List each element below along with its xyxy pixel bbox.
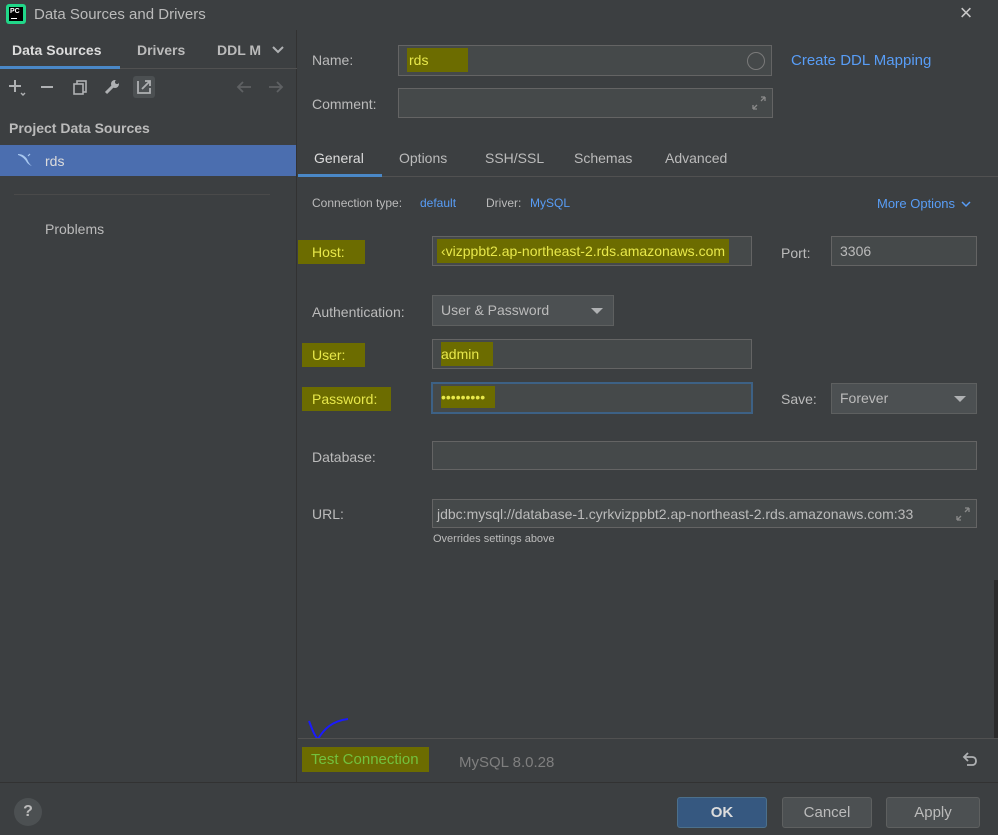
mysql-dolphin-icon: [18, 153, 32, 166]
section-title-project-data-sources: Project Data Sources: [9, 120, 150, 136]
save-label: Save:: [781, 391, 817, 407]
save-select[interactable]: Forever: [831, 383, 977, 414]
tab-schemas[interactable]: Schemas: [574, 150, 632, 166]
tab-ddl-mappings[interactable]: DDL M: [217, 42, 261, 58]
right-panel: Name: rds Create DDL Mapping Comment: Ge…: [298, 30, 998, 782]
database-input[interactable]: [432, 441, 977, 470]
active-tab-indicator: [0, 66, 120, 69]
host-label: Host:: [298, 240, 365, 264]
bottom-strip: Test Connection MySQL 8.0.28: [298, 738, 998, 782]
tab-drivers[interactable]: Drivers: [137, 42, 185, 58]
ok-button[interactable]: OK: [677, 797, 767, 828]
color-circle-icon[interactable]: [747, 52, 765, 70]
port-label: Port:: [781, 245, 811, 261]
data-source-label: rds: [45, 153, 65, 169]
tab-options[interactable]: Options: [399, 150, 447, 166]
name-label: Name:: [312, 52, 354, 68]
tab-ssh-ssl[interactable]: SSH/SSL: [485, 150, 544, 166]
host-input[interactable]: ‹vizppbt2.ap-northeast-2.rds.amazonaws.c…: [432, 236, 752, 266]
tabs-divider: [298, 176, 998, 177]
url-hint: Overrides settings above: [433, 533, 555, 545]
remove-icon[interactable]: [36, 76, 58, 98]
url-value: jdbc:mysql://database-1.cyrkvizppbt2.ap-…: [437, 506, 914, 522]
password-input[interactable]: •••••••••: [431, 382, 753, 414]
divider: [14, 194, 270, 195]
tab-advanced[interactable]: Advanced: [665, 150, 727, 166]
data-source-item-rds[interactable]: rds: [0, 145, 296, 176]
dropdown-arrow-icon: [954, 396, 966, 402]
wrench-icon[interactable]: [101, 76, 123, 98]
expand-icon[interactable]: [752, 96, 766, 110]
connection-type-label: Connection type:: [312, 196, 403, 210]
driver-link[interactable]: MySQL: [530, 196, 570, 210]
window-title: Data Sources and Drivers: [34, 6, 206, 23]
tab-general[interactable]: General: [314, 150, 364, 166]
host-value: ‹vizppbt2.ap-northeast-2.rds.amazonaws.c…: [437, 239, 730, 263]
problems-item[interactable]: Problems: [45, 221, 104, 237]
user-value: admin: [441, 342, 494, 366]
dropdown-arrow-icon: [591, 308, 603, 314]
apply-button[interactable]: Apply: [886, 797, 980, 828]
comment-label: Comment:: [312, 96, 377, 112]
left-panel: Data Sources Drivers DDL M Project Data …: [0, 30, 297, 782]
user-input[interactable]: admin: [432, 339, 752, 369]
revert-icon[interactable]: [961, 751, 979, 769]
url-input[interactable]: jdbc:mysql://database-1.cyrkvizppbt2.ap-…: [432, 499, 977, 528]
chevron-down-icon: [961, 201, 971, 208]
test-connection-link[interactable]: Test Connection: [302, 747, 429, 772]
name-value: rds: [407, 48, 469, 72]
connection-type-link[interactable]: default: [420, 196, 456, 210]
scrollbar-edge: [994, 580, 998, 740]
back-arrow-icon[interactable]: [233, 76, 255, 98]
chevron-down-icon[interactable]: [271, 43, 285, 57]
password-label: Password:: [302, 387, 392, 411]
tab-data-sources[interactable]: Data Sources: [12, 42, 101, 58]
comment-input[interactable]: [398, 88, 773, 118]
driver-label: Driver:: [486, 196, 522, 210]
more-options-link[interactable]: More Options: [877, 196, 971, 211]
cancel-button[interactable]: Cancel: [782, 797, 872, 828]
forward-arrow-icon[interactable]: [265, 76, 287, 98]
help-button[interactable]: ?: [14, 798, 42, 826]
go-to-icon[interactable]: [133, 76, 155, 98]
driver-version: MySQL 8.0.28: [459, 754, 555, 771]
active-tab-indicator: [298, 174, 382, 177]
user-label: User:: [302, 343, 366, 367]
dialog-footer: ? OK Cancel Apply: [0, 782, 998, 835]
name-input[interactable]: rds: [398, 45, 772, 76]
expand-icon[interactable]: [956, 507, 970, 521]
title-bar: PC Data Sources and Drivers ×: [0, 0, 998, 30]
pycharm-app-icon: PC: [6, 4, 26, 24]
database-label: Database:: [312, 449, 376, 465]
port-input[interactable]: 3306: [831, 236, 977, 266]
add-icon[interactable]: [6, 76, 28, 98]
authentication-select[interactable]: User & Password: [432, 295, 614, 326]
password-value: •••••••••: [441, 386, 496, 408]
copy-icon[interactable]: [69, 76, 91, 98]
authentication-label: Authentication:: [312, 304, 405, 320]
url-label: URL:: [312, 506, 344, 522]
close-icon[interactable]: ×: [955, 2, 977, 26]
create-ddl-mapping-link[interactable]: Create DDL Mapping: [791, 52, 931, 69]
